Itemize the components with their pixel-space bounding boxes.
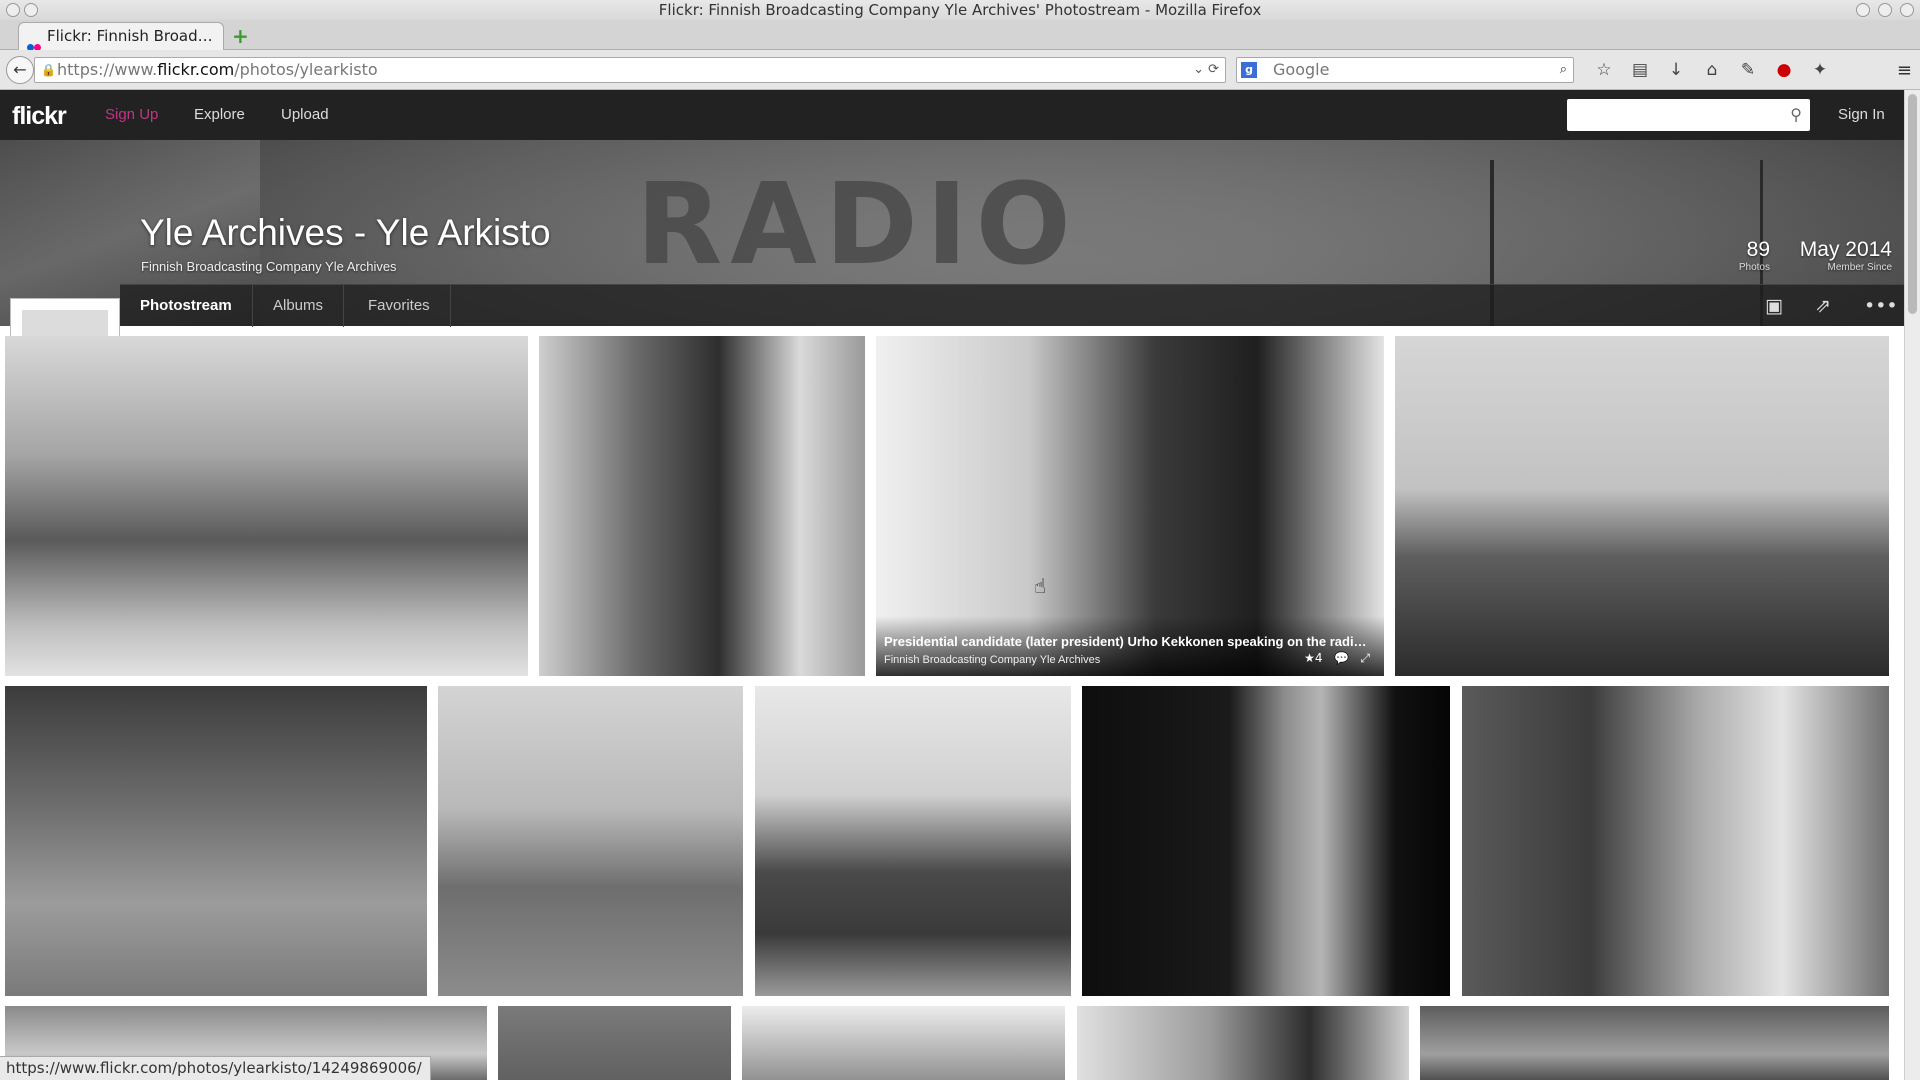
fave-count: 4 bbox=[1314, 651, 1323, 665]
photo-tile[interactable] bbox=[1082, 686, 1450, 996]
tab-strip: Flickr: Finnish Broad… + bbox=[0, 20, 1920, 50]
home-icon[interactable]: ⌂ bbox=[1694, 60, 1730, 80]
flickr-page: flickr Sign Up Explore Upload ⚲ Sign In … bbox=[0, 90, 1904, 1080]
photo-tile[interactable] bbox=[5, 686, 427, 996]
google-icon[interactable]: g bbox=[1241, 62, 1257, 78]
flickr-search-input[interactable]: ⚲ bbox=[1567, 99, 1810, 131]
comment-icon[interactable]: 💬 bbox=[1334, 651, 1349, 665]
photo-tile[interactable] bbox=[539, 336, 865, 676]
photo-tile[interactable] bbox=[438, 686, 743, 996]
slideshow-icon[interactable]: ▣ bbox=[1765, 295, 1783, 317]
photo-tile[interactable] bbox=[1420, 1006, 1889, 1080]
toolbar-icons: ☆ ▤ ↓ ⌂ ✎ ● ✦ bbox=[1586, 50, 1838, 90]
tab-title: Flickr: Finnish Broad… bbox=[47, 27, 213, 45]
flickr-logo[interactable]: flickr bbox=[12, 102, 67, 131]
navigation-toolbar: ← 🔒 https://www.flickr.com/photos/yleark… bbox=[0, 50, 1920, 90]
reading-list-icon[interactable]: ▤ bbox=[1622, 60, 1658, 80]
extension-icon[interactable]: ✦ bbox=[1802, 60, 1838, 80]
expand-icon[interactable]: ⤢ bbox=[1360, 651, 1370, 665]
tab-favorites[interactable]: Favorites bbox=[348, 285, 451, 327]
signin-link[interactable]: Sign In bbox=[1838, 106, 1885, 123]
photo-caption-owner[interactable]: Finnish Broadcasting Company Yle Archive… bbox=[884, 654, 1100, 666]
close-window-icon[interactable] bbox=[1900, 3, 1914, 17]
member-since-label: Member Since bbox=[1827, 262, 1892, 273]
scrollbar-thumb[interactable] bbox=[1908, 94, 1917, 314]
photo-tile[interactable] bbox=[5, 336, 528, 676]
member-since-value: May 2014 bbox=[1799, 238, 1892, 261]
photo-caption: Presidential candidate (later president)… bbox=[876, 616, 1384, 676]
profile-subnav: Photostream Albums Favorites ▣ ⇗ ••• bbox=[120, 284, 1904, 327]
url-prefix: https://www. bbox=[57, 60, 158, 79]
tools-icon[interactable]: ✎ bbox=[1730, 60, 1766, 80]
photo-tile[interactable] bbox=[1462, 686, 1889, 996]
tab-photostream[interactable]: Photostream bbox=[120, 285, 253, 327]
cover-radio-sign: RADIO bbox=[636, 160, 1079, 290]
profile-title: Yle Archives - Yle Arkisto bbox=[140, 212, 551, 253]
minimize-icon[interactable] bbox=[1856, 3, 1870, 17]
page-scrollbar[interactable] bbox=[1904, 90, 1920, 1080]
url-bar[interactable]: 🔒 https://www.flickr.com/photos/ylearkis… bbox=[34, 57, 1226, 83]
photos-count: 89 Photos bbox=[1710, 238, 1770, 273]
search-go-icon[interactable]: ⌕ bbox=[1560, 58, 1567, 82]
status-bar: https://www.flickr.com/photos/ylearkisto… bbox=[0, 1056, 431, 1080]
fave-star-icon[interactable]: ★ bbox=[1304, 651, 1315, 665]
photos-count-label: Photos bbox=[1738, 262, 1770, 273]
flickr-header: flickr Sign Up Explore Upload ⚲ Sign In bbox=[0, 90, 1904, 140]
hamburger-menu-icon[interactable]: ≡ bbox=[1897, 60, 1912, 81]
photo-tile[interactable] bbox=[1395, 336, 1889, 676]
adblock-icon[interactable]: ● bbox=[1766, 60, 1802, 80]
maximize-icon[interactable] bbox=[1878, 3, 1892, 17]
downloads-icon[interactable]: ↓ bbox=[1658, 60, 1694, 80]
more-options-icon[interactable]: ••• bbox=[1864, 295, 1898, 317]
tab-albums[interactable]: Albums bbox=[253, 285, 345, 327]
browser-tab[interactable]: Flickr: Finnish Broad… bbox=[18, 22, 224, 50]
window-menu-icon[interactable] bbox=[6, 3, 20, 17]
member-since: May 2014 Member Since bbox=[1780, 238, 1892, 273]
search-bar[interactable]: g Google ⌕ bbox=[1236, 57, 1574, 83]
share-icon[interactable]: ⇗ bbox=[1815, 295, 1831, 317]
photo-tile[interactable] bbox=[1077, 1006, 1409, 1080]
upload-link[interactable]: Upload bbox=[281, 106, 329, 123]
url-host: flickr.com bbox=[157, 60, 235, 79]
bookmark-star-icon[interactable]: ☆ bbox=[1586, 60, 1622, 80]
explore-link[interactable]: Explore bbox=[194, 106, 245, 123]
window-titlebar: Flickr: Finnish Broadcasting Company Yle… bbox=[0, 0, 1920, 20]
window-minimize-icon-left[interactable] bbox=[24, 3, 38, 17]
photo-tile[interactable] bbox=[742, 1006, 1065, 1080]
lock-icon[interactable]: 🔒 bbox=[41, 58, 56, 82]
photo-tile-hovered[interactable]: Presidential candidate (later president)… bbox=[876, 336, 1384, 676]
flickr-favicon-icon bbox=[27, 33, 41, 50]
photo-caption-actions: ★4 💬 ⤢ bbox=[1304, 651, 1370, 666]
photo-tile[interactable] bbox=[755, 686, 1071, 996]
url-path: /photos/ylearkisto bbox=[234, 60, 378, 79]
search-icon[interactable]: ⚲ bbox=[1790, 105, 1802, 124]
hand-cursor-icon: ☝ bbox=[1034, 574, 1047, 598]
back-button[interactable]: ← bbox=[6, 56, 34, 84]
new-tab-button[interactable]: + bbox=[232, 24, 249, 48]
photo-caption-title[interactable]: Presidential candidate (later president)… bbox=[884, 634, 1384, 649]
reload-icon[interactable]: ⌄ ⟳ bbox=[1193, 58, 1219, 82]
photo-tile[interactable] bbox=[498, 1006, 731, 1080]
profile-subtitle: Finnish Broadcasting Company Yle Archive… bbox=[141, 259, 397, 274]
photos-count-value: 89 bbox=[1746, 238, 1770, 261]
window-title: Flickr: Finnish Broadcasting Company Yle… bbox=[658, 1, 1262, 19]
signup-link[interactable]: Sign Up bbox=[105, 106, 158, 123]
search-engine-label: Google bbox=[1273, 60, 1330, 79]
